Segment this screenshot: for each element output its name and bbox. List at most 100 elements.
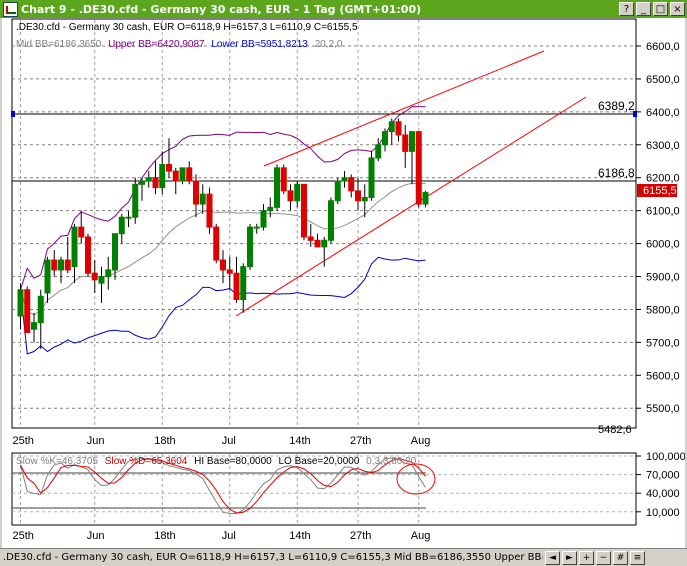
bearish-candle <box>220 259 226 271</box>
bullish-candle <box>139 180 145 185</box>
status-zoom-in-icon[interactable]: + <box>579 550 594 565</box>
price-tick-label: 5900,0 <box>646 272 680 284</box>
bullish-candle <box>382 131 388 146</box>
bullish-candle <box>240 266 247 301</box>
bullish-candle <box>368 157 375 198</box>
bearish-candle <box>348 177 355 192</box>
stoch-date-tick-label: 27th <box>350 530 371 542</box>
bullish-candle <box>37 295 44 324</box>
stochastic-date-axis: 25th Jun 18th Jul 14th 27th Aug <box>13 530 431 542</box>
price-axis: 6600,0 6500,0 6400,0 6300,0 6200,0 6100,0 6000… <box>636 41 680 415</box>
date-tick-label: 25th <box>13 435 34 447</box>
bullish-candle <box>321 239 328 248</box>
bearish-candle <box>287 190 294 202</box>
minimize-button[interactable]: _ <box>636 2 651 16</box>
bullish-candle <box>267 206 274 212</box>
mid-level-label: 6186,8 <box>598 166 635 180</box>
bearish-candle <box>233 272 240 301</box>
status-grid-icon[interactable]: # <box>613 550 628 565</box>
bullish-candle <box>145 177 152 182</box>
bullish-candle <box>274 167 280 208</box>
date-axis: 25th Jun 18th Jul 14th 27th Aug <box>13 435 431 447</box>
bearish-candle <box>280 167 287 192</box>
bullish-candle <box>253 226 260 229</box>
bearish-candle <box>193 180 199 205</box>
stoch-tick-label: 40,000 <box>646 488 680 500</box>
bearish-candle <box>51 259 58 271</box>
candlestick-chart[interactable]: 6600,0 6500,0 6400,0 6300,0 6200,0 6100,0 6000… <box>2 18 685 548</box>
date-tick-label: Jun <box>87 435 105 447</box>
bullish-candle <box>132 183 139 218</box>
bullish-candle <box>159 164 166 189</box>
bearish-candle <box>91 272 98 281</box>
bullish-candle <box>125 216 132 219</box>
bearish-candle <box>78 226 85 238</box>
bearish-candle <box>226 269 233 274</box>
date-tick-label: 14th <box>289 435 310 447</box>
last-price-value: 6155,5 <box>643 185 677 197</box>
status-bar: .DE30.cfd - Germany 30 cash, EUR O=6118,… <box>0 548 687 566</box>
bullish-candle <box>118 216 125 235</box>
bullish-candle <box>71 226 78 268</box>
stoch-lo-base-value: LO Base=20,0000 <box>278 456 359 467</box>
close-button[interactable]: × <box>670 2 685 16</box>
bullish-candle <box>388 121 395 133</box>
bearish-candle <box>172 170 179 182</box>
stochastic-info: Slow %K=46,3705 Slow %D=65,3604 HI Base=… <box>16 456 417 467</box>
price-tick-label: 6400,0 <box>646 107 680 119</box>
stoch-hi-base-value: HI Base=80,0000 <box>194 456 272 467</box>
stoch-k-value: Slow %K=46,3705 <box>16 456 98 467</box>
maximize-button[interactable]: □ <box>653 2 668 16</box>
bearish-candle <box>24 289 31 333</box>
help-button[interactable]: ? <box>619 2 634 16</box>
stoch-d-value: Slow %D=65,3604 <box>105 456 188 467</box>
bullish-candle <box>44 259 51 294</box>
bearish-candle <box>355 190 361 202</box>
date-tick-label: 18th <box>154 435 175 447</box>
stoch-tick-label: 70,000 <box>646 470 680 482</box>
bearish-candle <box>415 131 422 205</box>
bullish-candle <box>112 233 118 271</box>
bearish-candle <box>166 164 172 172</box>
price-tick-label: 5800,0 <box>646 304 680 316</box>
bearish-candle <box>206 193 213 228</box>
symbol-info: .DE30.cfd - Germany 30 cash, EUR O=6118,… <box>16 22 358 33</box>
stochastic-axis: 100,000 70,000 40,000 10,000 <box>636 451 685 519</box>
bullish-candle <box>17 289 24 317</box>
bullish-candle <box>179 167 186 182</box>
window-titlebar[interactable]: Chart 9 - .DE30.cfd - Germany 30 cash, E… <box>0 0 687 18</box>
bearish-candle <box>402 134 409 152</box>
bb-lower-value: Lower BB=5951,8213 <box>211 39 308 50</box>
price-panel <box>11 18 637 429</box>
bullish-candle <box>294 183 301 202</box>
bullish-candle <box>105 269 112 278</box>
bullish-candle <box>409 131 415 152</box>
bearish-candle <box>307 236 314 241</box>
bullish-candle <box>247 226 253 268</box>
bearish-candle <box>213 226 220 261</box>
bearish-candle <box>395 121 402 136</box>
chart-window[interactable]: 6600,0 6500,0 6400,0 6300,0 6200,0 6100,0 6000… <box>2 18 685 548</box>
bullish-candle <box>58 259 64 271</box>
bullish-candle <box>260 210 267 228</box>
stoch-date-tick-label: 14th <box>289 530 310 542</box>
resistance-line-handle-left[interactable] <box>11 111 15 117</box>
status-right-arrow-icon[interactable]: ► <box>562 550 577 565</box>
status-settings-icon[interactable]: ≡ <box>630 550 645 565</box>
price-tick-label: 6000,0 <box>646 239 680 251</box>
status-zoom-out-icon[interactable]: − <box>596 550 611 565</box>
bullish-candle <box>328 200 334 241</box>
stoch-date-tick-label: Aug <box>411 530 431 542</box>
date-tick-label: Aug <box>411 435 431 447</box>
bb-mid-value: Mid BB=6186,3650 <box>16 39 102 50</box>
status-left-arrow-icon[interactable]: ◄ <box>545 550 560 565</box>
price-axis-bottom-label: 5482,6 <box>598 424 632 436</box>
bullish-candle <box>199 193 206 205</box>
bb-params: 20,2,0 <box>315 39 343 50</box>
status-text: .DE30.cfd - Germany 30 cash, EUR O=6118,… <box>3 552 543 563</box>
price-tick-label: 5600,0 <box>646 370 680 382</box>
date-tick-label: 27th <box>350 435 371 447</box>
bullish-candle <box>341 177 348 182</box>
price-tick-label: 6300,0 <box>646 140 680 152</box>
chart-app-icon <box>3 1 18 17</box>
